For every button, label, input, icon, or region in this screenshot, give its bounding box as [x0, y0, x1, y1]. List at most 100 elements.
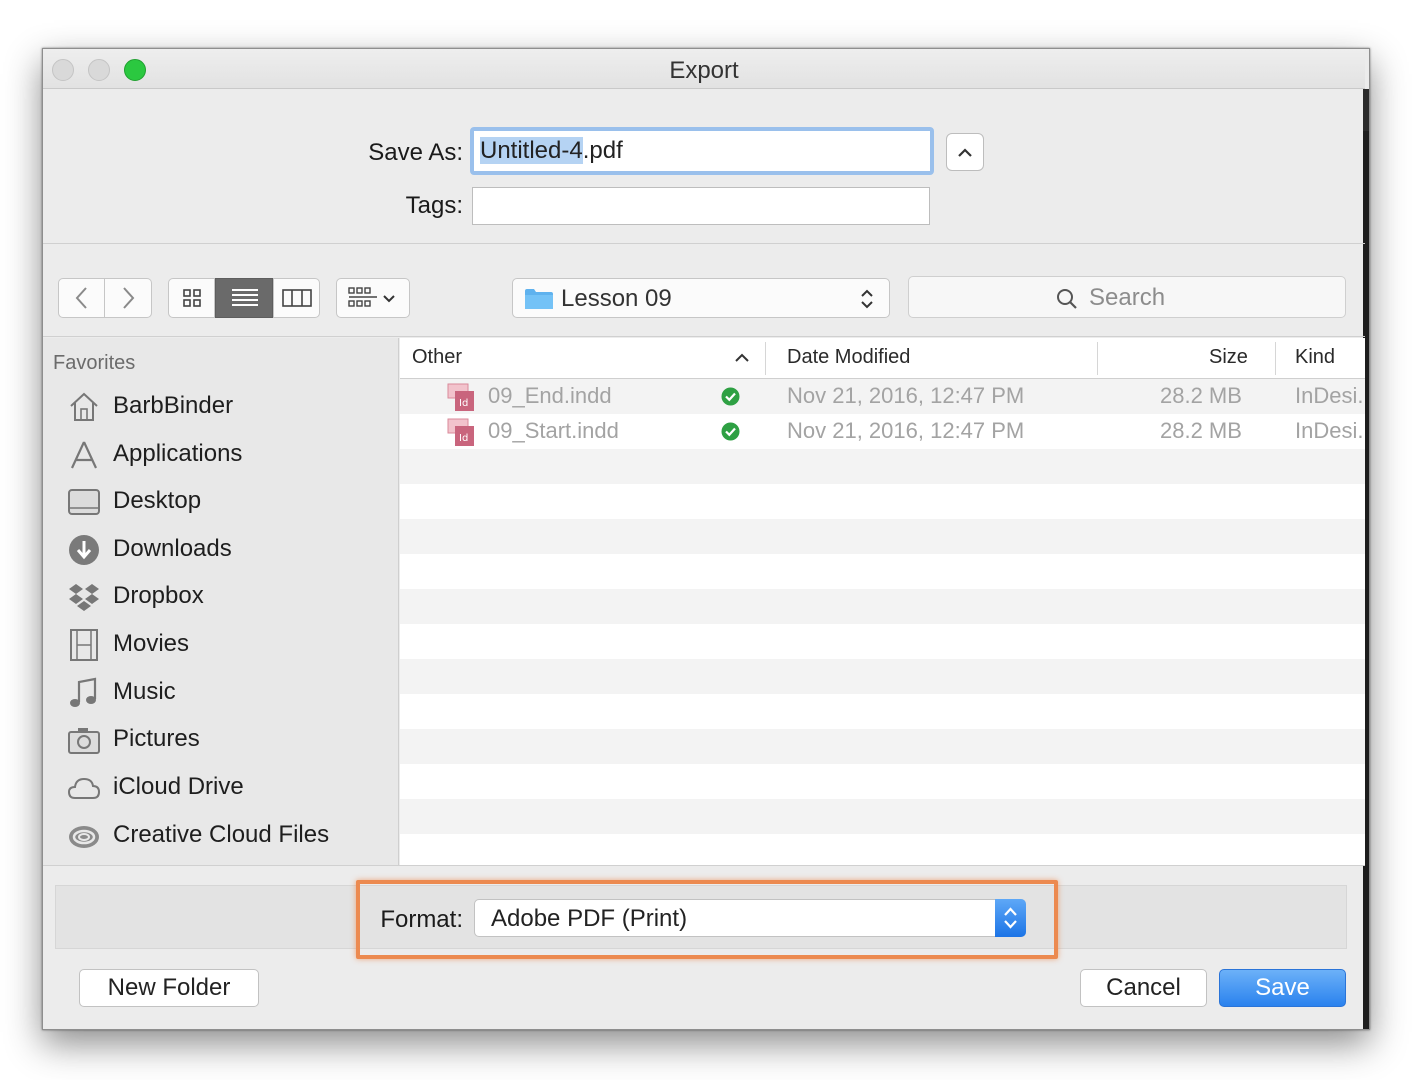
empty-row — [400, 834, 1365, 865]
column-header-date-modified[interactable]: Date Modified — [787, 346, 910, 369]
desktop-icon — [68, 489, 100, 515]
downloads-icon — [69, 535, 99, 565]
sidebar-item-label: Music — [113, 678, 176, 705]
music-icon — [70, 677, 97, 707]
applications-icon — [71, 441, 97, 469]
column-divider[interactable] — [1097, 342, 1098, 375]
forward-button[interactable] — [105, 278, 152, 318]
table-row[interactable]: Id 09_Start.indd Nov 21, 2016, 12:47 PM … — [400, 414, 1365, 449]
empty-row — [400, 589, 1365, 624]
sidebar-item-pictures[interactable]: Pictures — [67, 719, 397, 759]
cancel-button[interactable]: Cancel — [1080, 969, 1207, 1007]
tags-input[interactable] — [472, 187, 930, 225]
empty-row — [400, 624, 1365, 659]
collapse-dialog-button[interactable] — [946, 133, 984, 171]
icon-view-button[interactable] — [168, 278, 215, 318]
svg-text:Id: Id — [459, 398, 468, 409]
sidebar-item-label: Applications — [113, 440, 243, 467]
sidebar-item-label: Dropbox — [113, 582, 204, 609]
column-header-kind[interactable]: Kind — [1295, 346, 1335, 369]
file-size: 28.2 MB — [1160, 418, 1242, 443]
column-divider[interactable] — [765, 342, 766, 375]
empty-row — [400, 449, 1365, 484]
sidebar-item-label: Desktop — [113, 487, 202, 514]
sidebar-item-applications[interactable]: Applications — [67, 434, 397, 474]
sidebar-item-dropbox[interactable]: Dropbox — [67, 576, 397, 616]
column-header-row: Other Date Modified Size Kind — [400, 338, 1365, 379]
file-name: 09_End.indd — [488, 383, 612, 408]
empty-row — [400, 554, 1365, 589]
search-icon — [1057, 289, 1077, 309]
table-row[interactable]: Id 09_End.indd Nov 21, 2016, 12:47 PM 28… — [400, 379, 1365, 414]
file-date-modified: Nov 21, 2016, 12:47 PM — [787, 418, 1025, 443]
column-header-size[interactable]: Size — [1209, 346, 1248, 369]
column-view-button[interactable] — [273, 278, 320, 318]
sidebar-item-music[interactable]: Music — [67, 672, 397, 712]
pictures-icon — [68, 728, 100, 754]
divider — [43, 336, 1365, 337]
chevron-right-icon — [123, 287, 135, 309]
location-popup[interactable]: Lesson 09 — [512, 278, 890, 318]
chevron-down-icon — [383, 295, 395, 303]
empty-row — [400, 729, 1365, 764]
file-date-modified: Nov 21, 2016, 12:47 PM — [787, 383, 1025, 408]
sidebar-item-label: Movies — [113, 630, 190, 657]
tags-label: Tags: — [405, 192, 463, 219]
indesign-file-icon: Id — [447, 418, 474, 446]
icloud-icon — [67, 777, 101, 799]
sidebar-item-icloud-drive[interactable]: iCloud Drive — [67, 767, 397, 807]
creative-cloud-icon — [69, 826, 99, 848]
column-header-name[interactable]: Other — [412, 346, 462, 369]
new-folder-button[interactable]: New Folder — [79, 969, 259, 1007]
list-icon — [232, 289, 258, 306]
back-button[interactable] — [58, 278, 105, 318]
grid-icon — [183, 289, 201, 307]
sidebar-item-barbbinder[interactable]: BarbBinder — [67, 386, 397, 426]
chevron-up-icon — [958, 148, 972, 157]
sort-ascending-icon — [735, 353, 749, 362]
sync-check-icon — [721, 422, 740, 441]
sidebar-section-favorites: Favorites — [53, 352, 136, 374]
file-size: 28.2 MB — [1160, 383, 1242, 408]
empty-row — [400, 519, 1365, 554]
file-list: Other Date Modified Size Kind Id 09_End.… — [400, 338, 1365, 865]
dropbox-icon — [69, 584, 99, 611]
sidebar-item-desktop[interactable]: Desktop — [67, 481, 397, 521]
column-divider[interactable] — [1275, 342, 1276, 375]
sidebar-item-label: Creative Cloud Files — [113, 821, 330, 848]
save-button[interactable]: Save — [1219, 969, 1346, 1007]
sidebar-item-label: BarbBinder — [113, 392, 234, 419]
folder-icon — [525, 289, 553, 309]
list-view-button[interactable] — [215, 278, 273, 318]
sidebar-item-label: iCloud Drive — [113, 773, 244, 800]
save-as-label: Save As: — [368, 139, 463, 166]
indesign-file-icon: Id — [447, 383, 474, 411]
home-icon — [70, 392, 98, 421]
movies-icon — [70, 629, 98, 661]
empty-row — [400, 694, 1365, 729]
window-title: Export — [669, 57, 739, 84]
search-placeholder: Search — [1089, 284, 1166, 311]
empty-row — [400, 484, 1365, 519]
save-as-input[interactable]: Untitled-4.pdf — [470, 127, 934, 175]
empty-row — [400, 764, 1365, 799]
sidebar-item-downloads[interactable]: Downloads — [67, 529, 397, 569]
search-input[interactable]: Search — [908, 276, 1346, 318]
svg-text:Id: Id — [459, 433, 468, 444]
sync-check-icon — [721, 387, 740, 406]
group-grid-icon — [348, 287, 395, 307]
title-bar: Export — [43, 49, 1365, 89]
sidebar-item-creative-cloud-files[interactable]: Creative Cloud Files — [67, 815, 397, 855]
updown-arrows-icon — [861, 289, 873, 309]
sidebar-item-label: Pictures — [113, 725, 200, 752]
empty-row — [400, 659, 1365, 694]
sidebar-item-label: Downloads — [113, 535, 232, 562]
divider — [43, 865, 1365, 866]
file-name: 09_Start.indd — [488, 418, 619, 443]
chevron-left-icon — [75, 287, 87, 309]
filename-extension: .pdf — [582, 137, 623, 164]
group-by-button[interactable] — [336, 278, 410, 318]
sidebar: Favorites BarbBinder Applications Deskto… — [43, 338, 399, 865]
columns-icon — [282, 289, 312, 307]
sidebar-item-movies[interactable]: Movies — [67, 624, 397, 664]
